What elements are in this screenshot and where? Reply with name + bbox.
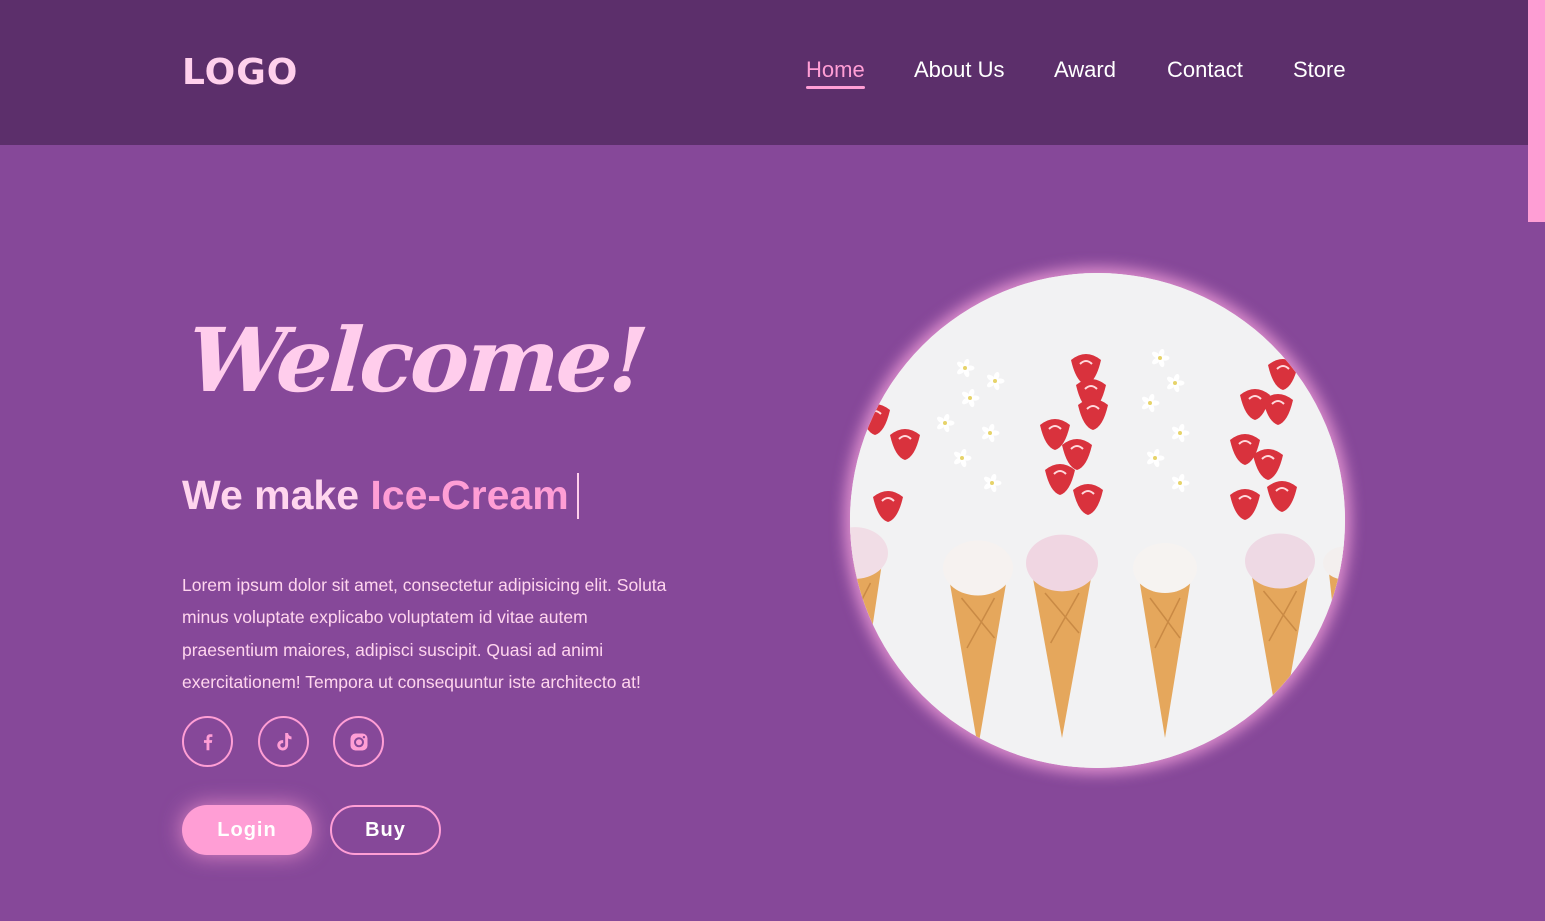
page: LOGO Home About Us Award Contact Store W…	[0, 0, 1545, 921]
social-instagram-button[interactable]	[333, 716, 384, 767]
nav-home[interactable]: Home	[806, 57, 865, 89]
site-header: LOGO Home About Us Award Contact Store	[0, 0, 1545, 145]
ice-cream-scoop	[1026, 534, 1098, 592]
nav-contact[interactable]: Contact	[1167, 57, 1243, 83]
flower-center	[960, 456, 964, 460]
logo[interactable]: LOGO	[182, 52, 298, 93]
cone-pattern	[1334, 592, 1345, 644]
welcome-heading: Welcome!	[184, 308, 649, 412]
cone	[850, 563, 882, 743]
flower-center	[1178, 431, 1182, 435]
flower-center	[990, 481, 994, 485]
flower-center	[1178, 481, 1182, 485]
tagline-accent: Ice-Cream	[370, 472, 569, 518]
social-facebook-button[interactable]	[182, 716, 233, 767]
hero-description: Lorem ipsum dolor sit amet, consectetur …	[182, 574, 667, 693]
nav-store[interactable]: Store	[1293, 57, 1346, 83]
scrollbar-thumb[interactable]	[1528, 0, 1545, 222]
nav-about-us[interactable]: About Us	[914, 57, 1005, 83]
tagline-prefix: We make	[182, 472, 371, 518]
flower-center	[943, 421, 947, 425]
flower-center	[1153, 456, 1157, 460]
ice-cream-image	[850, 273, 1345, 768]
tagline: We make Ice-Cream	[182, 472, 579, 519]
tiktok-icon	[276, 732, 291, 750]
nav-award[interactable]: Award	[1054, 57, 1116, 83]
social-tiktok-button[interactable]	[258, 716, 309, 767]
flower-center	[968, 396, 972, 400]
cone	[1329, 573, 1345, 723]
ice-cream-scoop	[1245, 533, 1315, 589]
strawberry	[865, 354, 895, 385]
buy-button[interactable]: Buy	[330, 805, 441, 855]
flower-center	[963, 366, 967, 370]
login-button[interactable]: Login	[182, 805, 312, 855]
flower-center	[988, 431, 992, 435]
ice-cream-scoop	[943, 540, 1013, 596]
flower-center	[1173, 381, 1177, 385]
flower-center	[1148, 401, 1152, 405]
instagram-icon	[350, 733, 367, 750]
ice-cream-scoop	[1133, 543, 1197, 593]
flower-center	[1158, 356, 1162, 360]
facebook-icon	[203, 733, 212, 750]
flower-center	[993, 379, 997, 383]
strawberry-shine	[873, 360, 887, 365]
ice-cream-photo	[850, 273, 1345, 768]
typing-caret	[576, 473, 579, 519]
